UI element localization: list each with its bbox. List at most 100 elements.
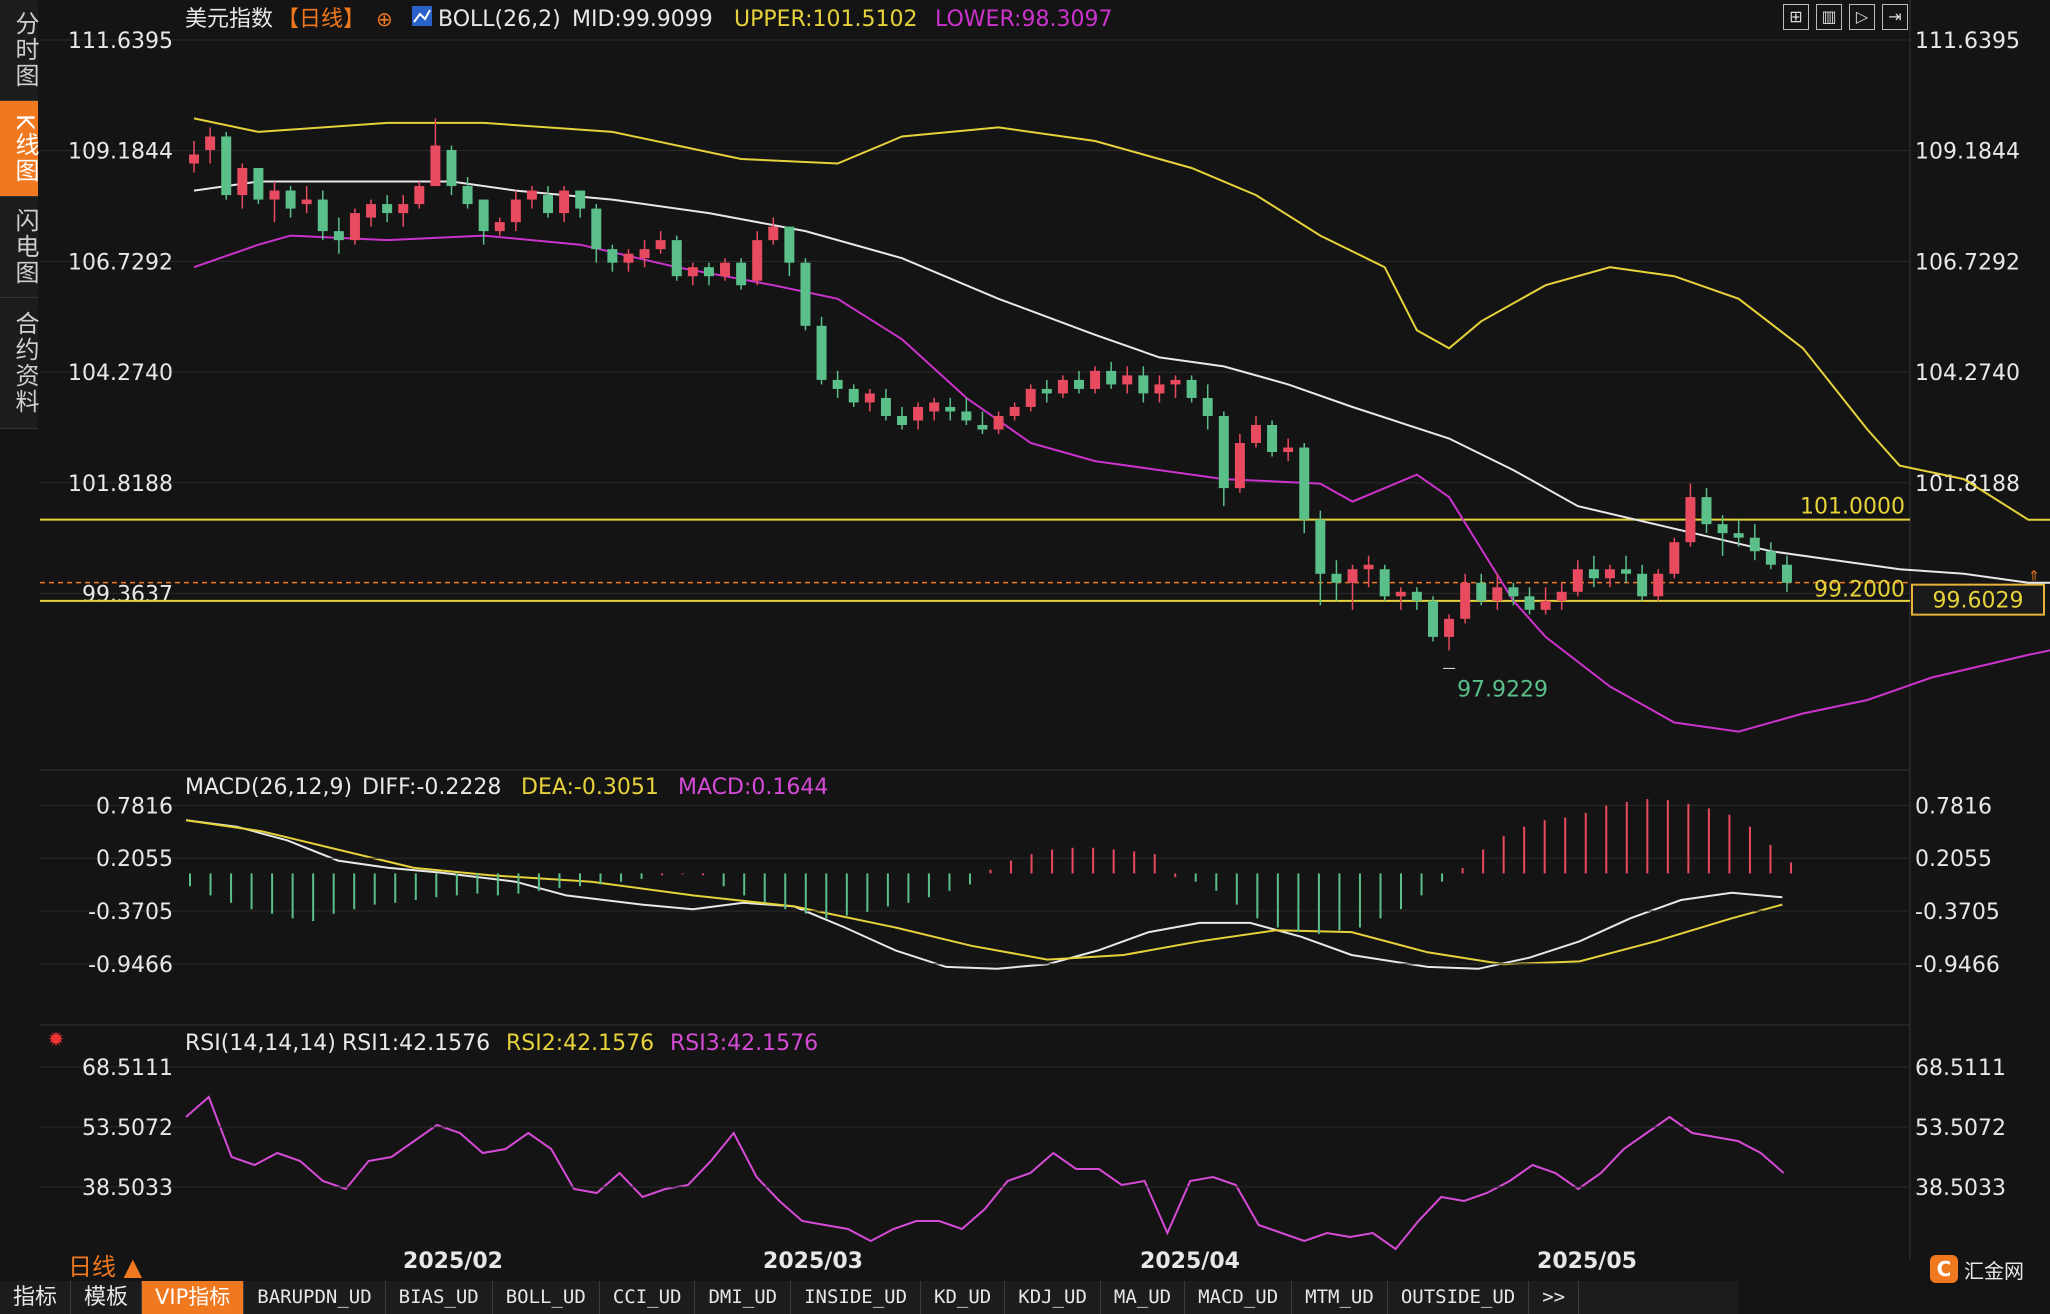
candle-body	[1685, 497, 1696, 543]
tab-kline[interactable]: K线图	[0, 101, 39, 197]
play-chart-icon[interactable]: ▷	[1849, 4, 1875, 30]
tab-more[interactable]: >>	[1529, 1281, 1580, 1314]
tab-boll[interactable]: BOLL_UD	[493, 1281, 600, 1314]
candle-body	[1476, 582, 1487, 601]
candle-body	[1379, 569, 1390, 597]
tab-templates[interactable]: 模板	[71, 1281, 143, 1314]
tab-indicators[interactable]: 指标	[0, 1281, 72, 1314]
level-label-upper: 101.0000	[1800, 495, 1905, 520]
candle-body	[349, 213, 360, 241]
tab-vip-indicators[interactable]: VIP指标	[142, 1281, 245, 1314]
candle-body	[526, 190, 537, 200]
candle-body	[832, 379, 843, 389]
boll-lower: LOWER:98.3097	[935, 7, 1112, 32]
chart-period[interactable]: 【日线】	[277, 7, 365, 32]
rsi-tick-left: 38.5033	[82, 1176, 173, 1201]
candle-body	[816, 325, 827, 380]
candle-body	[1733, 533, 1744, 538]
tab-macd[interactable]: MACD_UD	[1185, 1281, 1293, 1314]
candle-body	[1669, 542, 1680, 574]
tab-ma[interactable]: MA_UD	[1101, 1281, 1186, 1314]
boll-lower-line	[193, 234, 2050, 733]
candle-body	[1170, 379, 1181, 385]
candle-body	[1138, 375, 1149, 394]
level-label-lower: 99.2000	[1814, 578, 1905, 603]
tab-flash[interactable]: 闪电图	[0, 197, 39, 298]
candle-body	[494, 222, 505, 232]
candle-body	[1074, 379, 1084, 389]
candle-body	[1267, 424, 1278, 453]
candle-body	[768, 226, 779, 241]
candle-body	[205, 136, 216, 150]
period-selector[interactable]: 日线 ▲	[68, 1247, 142, 1282]
indicator-bar: 指标 模板 VIP指标 BARUPDN_UD BIAS_UD BOLL_UD C…	[0, 1281, 1738, 1314]
settings-gear-icon[interactable]: ✹	[45, 1028, 67, 1050]
candle-body	[736, 262, 747, 286]
tab-contract-info[interactable]: 合约资料	[0, 298, 39, 429]
candle-body	[1427, 600, 1438, 637]
export-icon[interactable]: ⇥	[1882, 4, 1908, 30]
macd-tick-right: -0.9466	[1915, 953, 2000, 978]
macd-tick-right: 0.7816	[1915, 794, 1992, 819]
macd-dea: DEA:-0.3051	[521, 775, 659, 800]
tab-cci[interactable]: CCI_UD	[600, 1281, 696, 1314]
candle-body	[430, 145, 441, 187]
candle-body	[317, 199, 328, 232]
candle-body	[1283, 447, 1294, 453]
grid-icon[interactable]: ⊞	[1783, 4, 1809, 30]
tab-kdj[interactable]: KDJ_UD	[1005, 1281, 1101, 1314]
candle-body	[848, 388, 859, 403]
tab-outside[interactable]: OUTSIDE_UD	[1388, 1281, 1530, 1314]
candle-body	[1411, 591, 1422, 601]
boll-upper: UPPER:101.5102	[734, 7, 918, 32]
rsi-tick-right: 68.5111	[1915, 1056, 2006, 1081]
rsi3-value: RSI3:42.1576	[670, 1031, 818, 1056]
candle-body	[1363, 564, 1374, 570]
rsi2-value: RSI2:42.1576	[506, 1031, 654, 1056]
candle-body	[607, 249, 618, 263]
price-tick-left: 106.7292	[68, 250, 173, 275]
candle-body	[1090, 370, 1101, 389]
candle-body	[1395, 591, 1406, 597]
tab-mtm[interactable]: MTM_UD	[1292, 1281, 1388, 1314]
candle-body	[1653, 573, 1664, 597]
candle-body	[1041, 388, 1052, 394]
candle-body	[977, 424, 988, 430]
candle-body	[1009, 406, 1020, 416]
tab-dmi[interactable]: DMI_UD	[695, 1281, 792, 1314]
logo-mark: C	[1930, 1255, 1958, 1283]
candle-body	[752, 240, 763, 281]
macd-dea-line	[185, 819, 1783, 966]
candle-body	[897, 415, 907, 425]
candle-body	[1057, 379, 1068, 394]
x-axis-label: 2025/02	[403, 1249, 503, 1274]
tab-bias[interactable]: BIAS_UD	[386, 1281, 493, 1314]
bar-chart-icon[interactable]: ▥	[1816, 4, 1842, 30]
price-tick-right: 109.1844	[1915, 140, 2020, 165]
candle-body	[1299, 447, 1310, 520]
macd-tick-right: 0.2055	[1915, 847, 1992, 872]
candle-body	[510, 199, 521, 223]
macd-tick-left: 0.7816	[96, 794, 173, 819]
rsi-tick-right: 38.5033	[1915, 1176, 2006, 1201]
candle-body	[623, 253, 634, 263]
candle-body	[1460, 582, 1471, 619]
rsi-tick-left: 53.5072	[82, 1116, 173, 1141]
candle-body	[784, 226, 795, 263]
candle-body	[559, 190, 570, 214]
candle-body	[639, 249, 650, 259]
rsi-label: RSI(14,14,14)	[185, 1031, 336, 1056]
candle-body	[591, 208, 602, 250]
candle-body	[366, 204, 377, 218]
price-tick-left: 101.8188	[68, 472, 173, 497]
candle-body	[1347, 569, 1358, 583]
tab-kd[interactable]: KD_UD	[921, 1281, 1006, 1314]
price-tick-left: 104.2740	[68, 361, 173, 386]
candle-body	[1556, 591, 1567, 601]
tab-time-share[interactable]: 分时图	[0, 0, 39, 101]
tab-barupdn[interactable]: BARUPDN_UD	[244, 1281, 386, 1314]
add-icon[interactable]: ⊕	[376, 7, 393, 31]
candle-body	[333, 231, 344, 241]
rsi-tick-right: 53.5072	[1915, 1116, 2006, 1141]
tab-inside[interactable]: INSIDE_UD	[791, 1281, 922, 1314]
